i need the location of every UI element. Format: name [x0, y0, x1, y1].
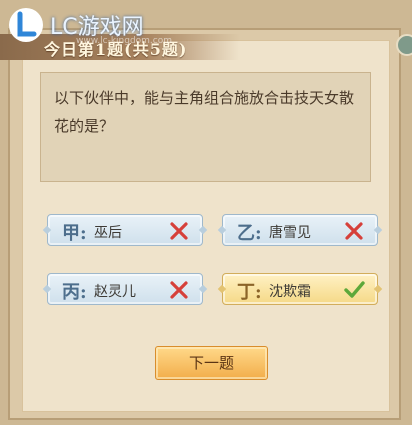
logo-icon — [9, 8, 43, 42]
option-letter: 甲: — [62, 223, 87, 244]
option-name: 巫后 — [94, 225, 122, 241]
check-icon — [344, 281, 365, 298]
option-b-button[interactable]: 乙: 唐雪见 — [217, 214, 383, 246]
option-d-button[interactable]: 丁: 沈欺霜 — [217, 273, 383, 305]
next-question-button[interactable]: 下一题 — [155, 346, 268, 380]
option-a-button[interactable]: 甲: 巫后 — [42, 214, 208, 246]
option-letter: 乙: — [237, 223, 262, 244]
question-text: 以下伙伴中，能与主角组合施放合击技天女散花的是？ — [54, 89, 355, 135]
option-name: 赵灵儿 — [94, 284, 136, 300]
option-c-button[interactable]: 丙: 赵灵儿 — [42, 273, 208, 305]
cross-icon — [170, 222, 188, 240]
watermark-url: www.lc-kingdom.com — [76, 36, 173, 46]
option-name: 唐雪见 — [269, 225, 311, 241]
option-letter: 丙: — [62, 282, 87, 303]
option-name: 沈欺霜 — [269, 284, 311, 300]
side-chat-button[interactable] — [396, 34, 412, 56]
option-letter: 丁: — [237, 282, 262, 303]
cross-icon — [170, 281, 188, 299]
cross-icon — [345, 222, 363, 240]
